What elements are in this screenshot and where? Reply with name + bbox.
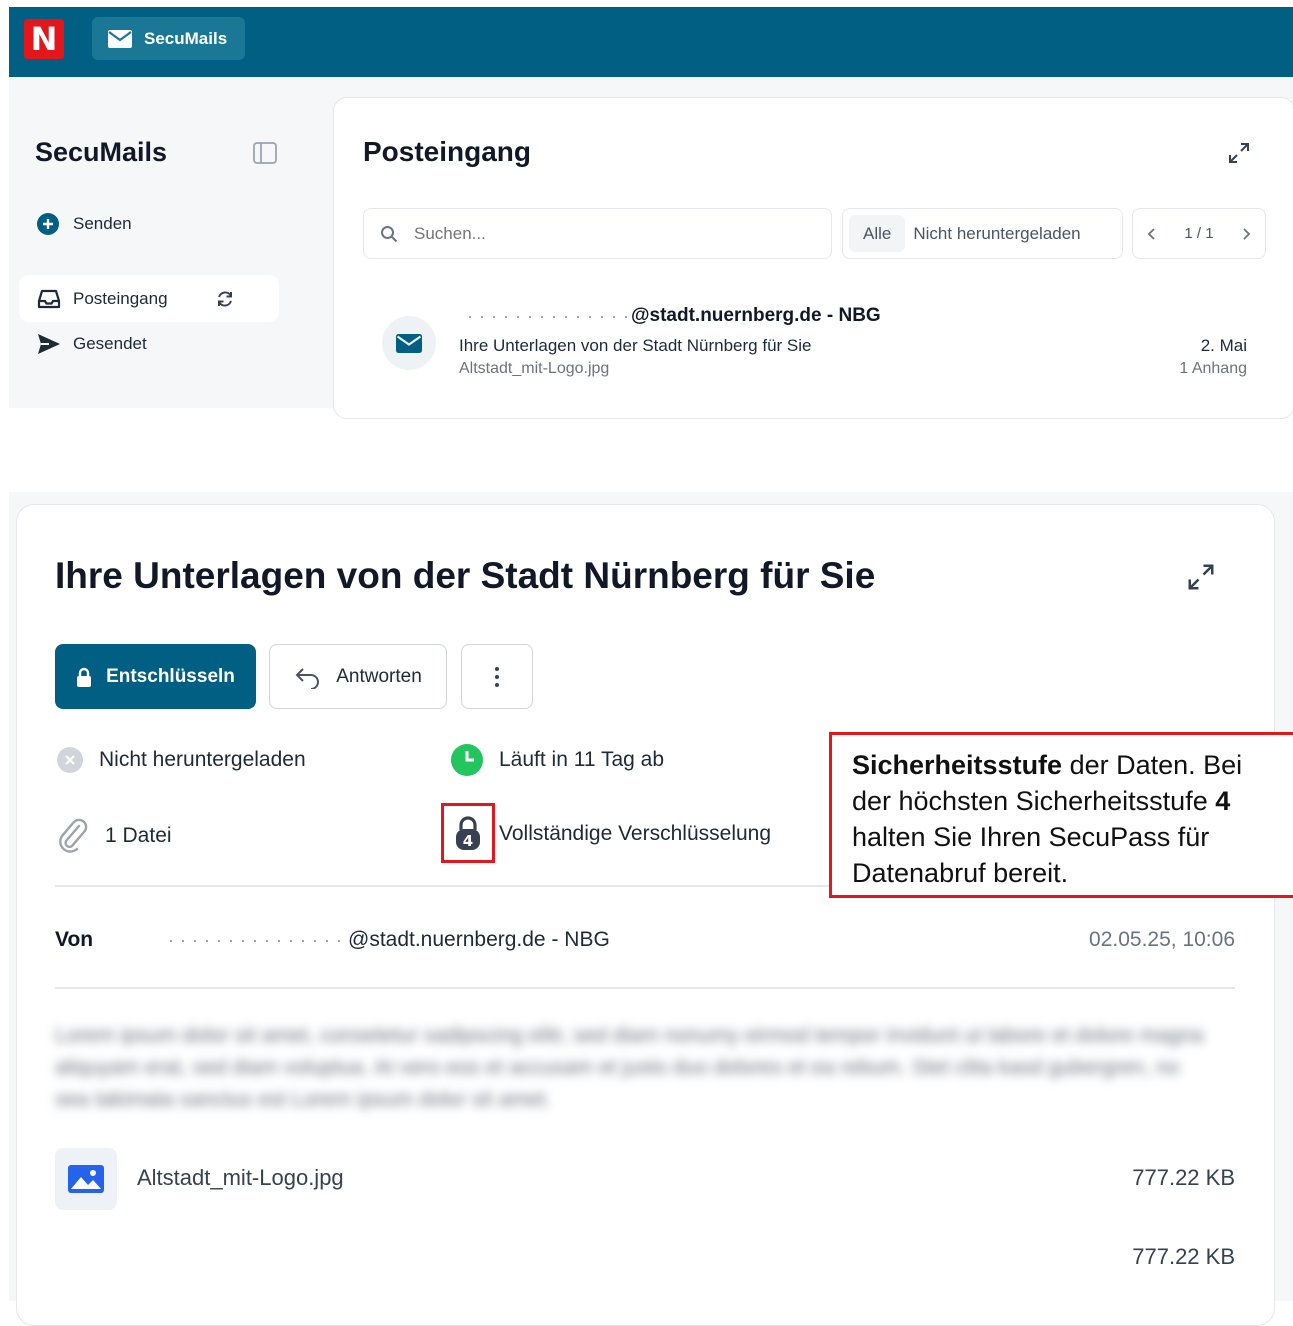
app-button-label: SecuMails [144, 28, 228, 48]
from-value: @stadt.nuernberg.de - NBG [160, 928, 610, 952]
attachment-size-total: 777.22 KB [1132, 1244, 1235, 1269]
message-attachment-name: Altstadt_mit-Logo.jpg [459, 360, 610, 377]
pagination: 1 / 1 [1132, 208, 1266, 259]
chevron-left-icon[interactable] [1146, 227, 1158, 241]
mail-title: Ihre Unterlagen von der Stadt Nürnberg f… [55, 555, 876, 596]
sidebar-item-gesendet[interactable]: Gesendet [37, 333, 147, 355]
send-icon [38, 334, 60, 354]
expiry-status: Läuft in 11 Tag ab [451, 744, 664, 776]
envelope-icon [108, 29, 132, 48]
mail-card [16, 504, 1275, 1326]
download-status: Nicht heruntergeladen [57, 747, 306, 773]
refresh-icon[interactable] [215, 289, 235, 309]
decrypt-button[interactable]: Entschlüsseln [55, 644, 256, 709]
message-date: 2. Mai [1200, 336, 1247, 355]
security-lock-icon: 4 [456, 816, 480, 850]
top-bar: N SecuMails [9, 7, 1293, 77]
image-file-icon [55, 1148, 117, 1210]
clock-icon [451, 744, 483, 776]
mail-body-blurred: Lorem ipsum dolor sit amet, consetetur s… [55, 1024, 1204, 1111]
from-label: Von [55, 928, 94, 951]
x-circle-icon [57, 747, 83, 773]
security-level-highlight: 4 [441, 803, 495, 863]
sidebar-title: SecuMails [35, 137, 168, 167]
security-callout: Sicherheitsstufe der Daten. Bei der höch… [829, 732, 1293, 898]
sidebar-item-label: Senden [73, 214, 132, 233]
divider [55, 987, 1235, 989]
download-status-text: Nicht heruntergeladen [99, 748, 306, 771]
paperclip-icon [59, 818, 88, 853]
mail-datetime: 02.05.25, 10:06 [1089, 928, 1235, 951]
search-input[interactable] [412, 222, 796, 245]
message-attachment-count: 1 Anhang [1179, 360, 1247, 377]
more-options-button[interactable] [461, 644, 533, 709]
file-count: 1 Datei [57, 818, 172, 854]
sidebar-item-label: Gesendet [73, 334, 147, 353]
divider [55, 885, 829, 887]
more-vertical-icon [495, 666, 499, 687]
file-count-text: 1 Datei [105, 824, 172, 847]
chevron-right-icon[interactable] [1240, 227, 1252, 241]
inbox-title: Posteingang [363, 136, 532, 167]
expand-icon[interactable] [1186, 562, 1216, 597]
search-icon [381, 225, 398, 242]
expiry-status-text: Läuft in 11 Tag ab [499, 748, 665, 771]
decrypt-button-label: Entschlüsseln [106, 665, 235, 687]
message-from[interactable]: @stadt.nuernberg.de - NBG [459, 305, 881, 327]
reply-icon [295, 667, 320, 689]
redacted-address [459, 305, 631, 326]
attachment-name[interactable]: Altstadt_mit-Logo.jpg [137, 1165, 344, 1191]
filter-alle[interactable]: Alle [849, 215, 906, 252]
message-subject[interactable]: Ihre Unterlagen von der Stadt Nürnberg f… [459, 336, 811, 356]
reply-button[interactable]: Antworten [269, 644, 447, 709]
lock-icon [77, 667, 92, 687]
plus-circle-icon [37, 213, 59, 235]
filter-nicht-heruntergeladen[interactable]: Nicht heruntergeladen [905, 224, 1088, 244]
message-envelope-icon [382, 316, 436, 370]
sidebar-item-senden[interactable]: Senden [37, 213, 132, 235]
security-level-number: 4 [463, 832, 473, 850]
inbox-icon [37, 289, 61, 308]
expand-icon[interactable] [1227, 141, 1251, 170]
attachment-size: 777.22 KB [1132, 1165, 1235, 1190]
page-indicator: 1 / 1 [1184, 225, 1214, 242]
sidebar-item-posteingang[interactable]: Posteingang [19, 275, 279, 322]
filter-group: Alle Nicht heruntergeladen [842, 208, 1123, 259]
reply-button-label: Antworten [336, 665, 422, 687]
sidebar-collapse-icon[interactable] [253, 141, 277, 170]
redacted-address [160, 930, 348, 951]
sidebar-item-label: Posteingang [73, 288, 168, 308]
search-field[interactable] [363, 208, 832, 259]
app-logo[interactable]: N [24, 19, 64, 59]
encryption-status: Vollständige Verschlüsselung [499, 822, 771, 846]
encryption-status-text: Vollständige Verschlüsselung [499, 822, 772, 845]
secumails-app-button[interactable]: SecuMails [92, 17, 245, 60]
